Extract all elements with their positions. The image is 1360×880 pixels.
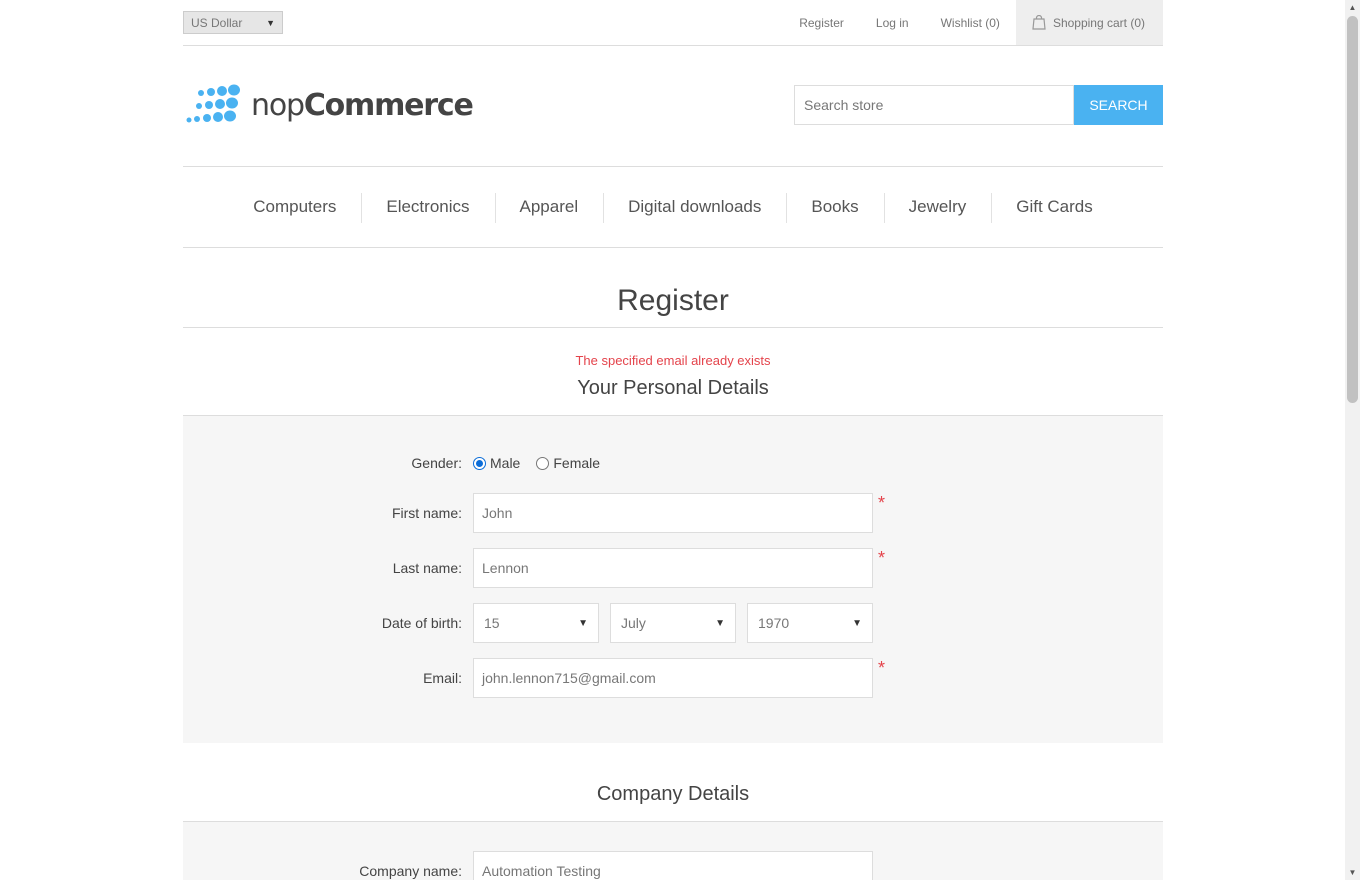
menu-item-electronics[interactable]: Electronics xyxy=(361,193,494,223)
personal-details-title-text: Your Personal Details xyxy=(577,377,769,399)
top-menu: Computers Electronics Apparel Digital do… xyxy=(183,167,1163,248)
gender-row: Gender: Male Female xyxy=(183,443,1163,483)
gender-options: Male Female xyxy=(473,455,616,471)
dob-day-value: 15 xyxy=(484,615,500,631)
cart-label: Shopping cart (0) xyxy=(1052,15,1145,30)
wishlist-link[interactable]: Wishlist (0) xyxy=(941,16,1000,30)
company-details-title-text: Company Details xyxy=(596,783,750,805)
company-name-row: Company name: Automation Testing xyxy=(183,851,1163,880)
gender-male-option[interactable]: Male xyxy=(473,455,520,471)
company-details-title: Company Details xyxy=(183,783,1163,822)
shopping-cart-link[interactable]: Shopping cart (0) xyxy=(1015,0,1163,45)
last-name-row: Last name: Lennon * xyxy=(183,548,1163,588)
company-name-control: Automation Testing xyxy=(473,851,873,880)
dob-selects: 15 ▼ July ▼ 1970 ▼ xyxy=(473,603,884,643)
chevron-down-icon: ▼ xyxy=(266,17,275,28)
email-control: john.lennon715@gmail.com * xyxy=(473,658,885,698)
scroll-down-arrow-icon[interactable]: ▼ xyxy=(1345,865,1360,880)
search-input[interactable]: Search store xyxy=(794,85,1074,125)
dob-month-select[interactable]: July ▼ xyxy=(610,603,736,643)
gender-male-label: Male xyxy=(490,455,521,471)
logo-text-light: nop xyxy=(251,87,305,123)
currency-select[interactable]: US Dollar ▼ xyxy=(183,11,283,34)
cart-bag-icon xyxy=(1032,15,1046,30)
first-name-label: First name: xyxy=(391,505,462,521)
last-name-input[interactable]: Lennon xyxy=(473,548,873,588)
email-label: Email: xyxy=(423,670,462,686)
page-scrollbar[interactable]: ▲ ▼ xyxy=(1345,0,1360,880)
scrollbar-thumb[interactable] xyxy=(1347,16,1358,403)
validation-error: The specified email already exists xyxy=(575,353,771,368)
header-links: Register Log in Wishlist (0) Shopping ca… xyxy=(767,0,1163,45)
first-name-input[interactable]: John xyxy=(473,493,873,533)
header-lower: nopCommerce Search store SEARCH xyxy=(183,46,1163,167)
last-name-control: Lennon * xyxy=(473,548,885,588)
first-name-control: John * xyxy=(473,493,885,533)
page-title: Register xyxy=(183,248,1163,328)
store-logo[interactable]: nopCommerce xyxy=(185,84,474,126)
personal-details-title: Your Personal Details xyxy=(183,368,1163,416)
logo-text: nopCommerce xyxy=(251,87,474,123)
dob-day-select[interactable]: 15 ▼ xyxy=(473,603,599,643)
required-asterisk: * xyxy=(878,548,886,568)
menu-item-digital-downloads[interactable]: Digital downloads xyxy=(603,193,786,223)
radio-checked-icon xyxy=(473,456,486,470)
search-button[interactable]: SEARCH xyxy=(1074,85,1163,125)
email-input[interactable]: john.lennon715@gmail.com xyxy=(473,658,873,698)
radio-unchecked-icon xyxy=(536,456,550,470)
scroll-up-arrow-icon[interactable]: ▲ xyxy=(1345,0,1360,15)
required-asterisk: * xyxy=(878,493,886,513)
dob-year-select[interactable]: 1970 ▼ xyxy=(747,603,873,643)
company-name-input[interactable]: Automation Testing xyxy=(473,851,873,880)
login-link[interactable]: Log in xyxy=(876,16,909,30)
dob-month-value: July xyxy=(621,615,646,631)
last-name-label: Last name: xyxy=(392,560,462,576)
page-container: US Dollar ▼ Register Log in Wishlist (0)… xyxy=(183,0,1163,880)
menu-item-gift-cards[interactable]: Gift Cards xyxy=(991,193,1118,223)
dob-year-value: 1970 xyxy=(758,615,790,631)
chevron-down-icon: ▼ xyxy=(578,617,588,629)
nopcommerce-logo-icon xyxy=(186,84,240,123)
menu-item-apparel[interactable]: Apparel xyxy=(494,193,604,223)
company-name-label: Company name: xyxy=(359,863,462,879)
currency-value: US Dollar xyxy=(191,15,243,30)
gender-female-option[interactable]: Female xyxy=(536,455,600,471)
company-details-form: Company name: Automation Testing xyxy=(183,822,1163,880)
first-name-row: First name: John * xyxy=(183,493,1163,533)
required-asterisk: * xyxy=(878,658,886,678)
chevron-down-icon: ▼ xyxy=(852,617,862,629)
register-link[interactable]: Register xyxy=(799,16,844,30)
email-row: Email: john.lennon715@gmail.com * xyxy=(183,658,1163,698)
header-upper: US Dollar ▼ Register Log in Wishlist (0)… xyxy=(183,0,1163,46)
chevron-down-icon: ▼ xyxy=(715,617,725,629)
logo-text-bold: Commerce xyxy=(303,87,474,123)
dob-label: Date of birth: xyxy=(381,615,462,631)
personal-details-form: Gender: Male Female First name: John * L… xyxy=(183,416,1163,743)
menu-item-jewelry[interactable]: Jewelry xyxy=(883,193,992,223)
search-box: Search store SEARCH xyxy=(794,85,1163,125)
gender-label: Gender: xyxy=(411,455,462,471)
menu-item-books[interactable]: Books xyxy=(786,193,883,223)
gender-female-label: Female xyxy=(553,455,601,471)
menu-item-computers[interactable]: Computers xyxy=(228,197,361,217)
dob-row: Date of birth: 15 ▼ July ▼ 1970 ▼ xyxy=(183,603,1163,643)
